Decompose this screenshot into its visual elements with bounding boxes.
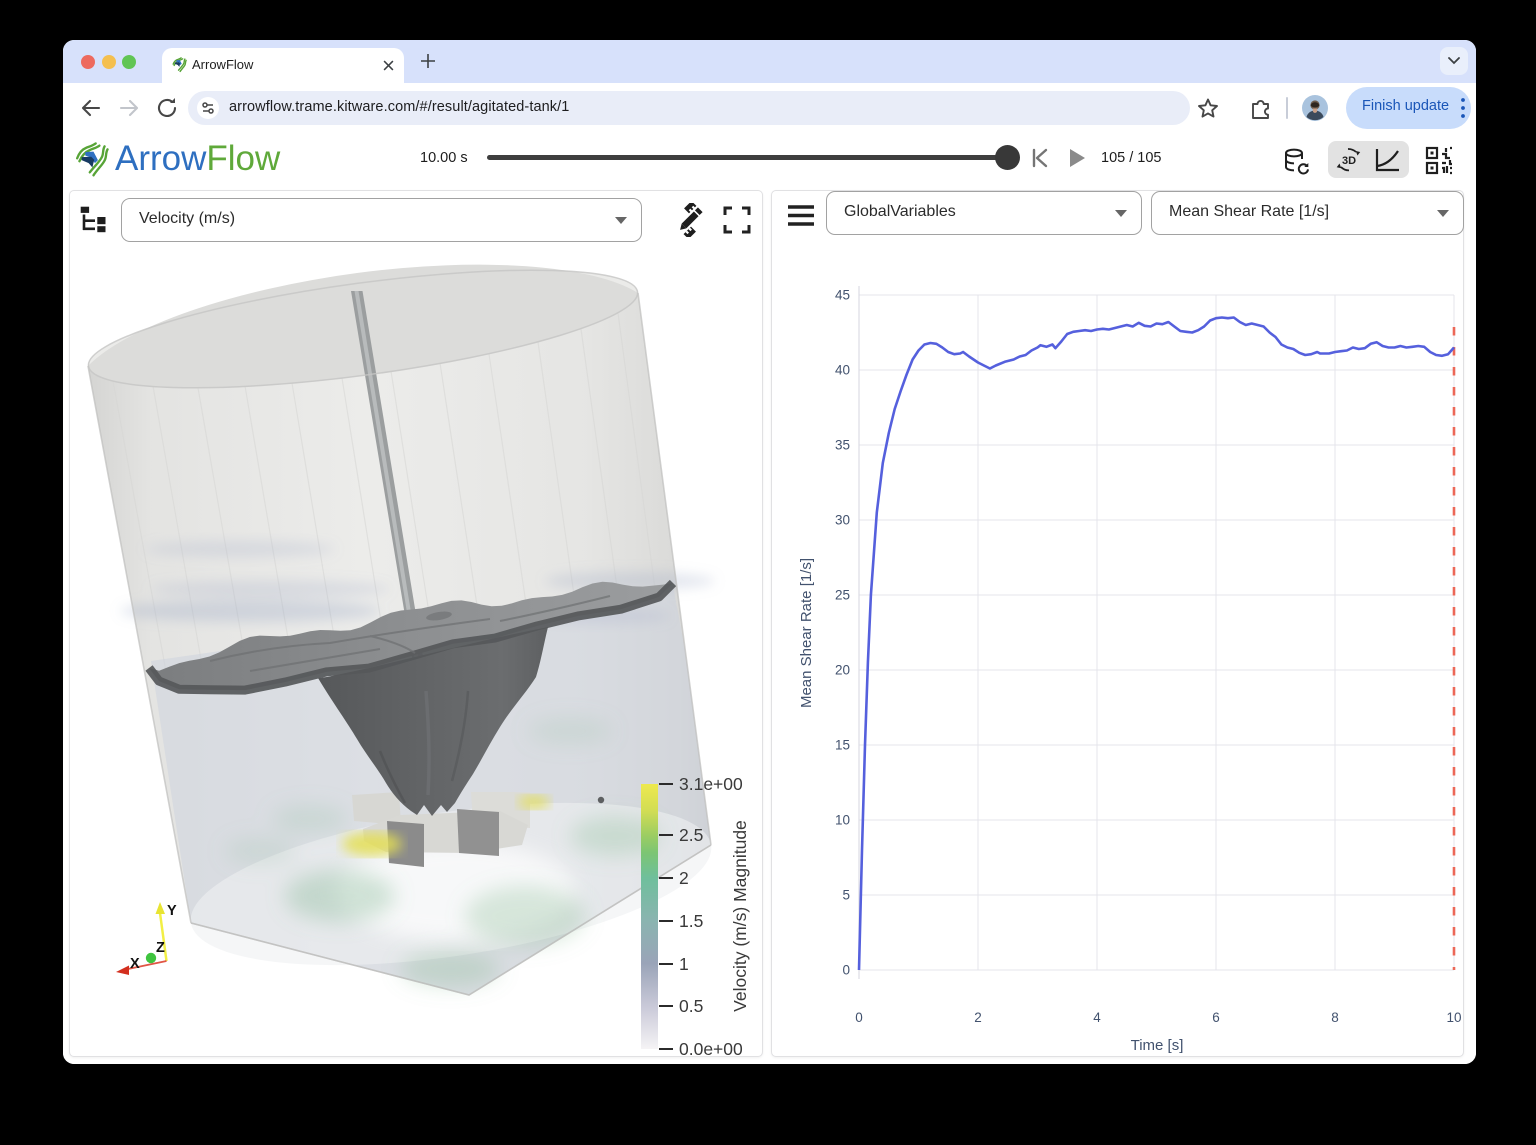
svg-text:4: 4 [1093,1010,1101,1025]
svg-text:0.5: 0.5 [679,996,703,1016]
svg-text:1.5: 1.5 [679,911,703,931]
svg-text:5: 5 [842,888,850,903]
svg-text:0: 0 [842,963,850,978]
svg-text:20: 20 [835,663,850,678]
svg-text:Velocity (m/s) Magnitude: Velocity (m/s) Magnitude [730,820,750,1012]
svg-text:Y: Y [167,903,177,919]
svg-text:10: 10 [1446,1010,1461,1025]
svg-text:45: 45 [835,288,850,303]
svg-text:Time [s]: Time [s] [1131,1037,1184,1054]
svg-text:Z: Z [156,940,165,956]
svg-text:0: 0 [855,1010,863,1025]
svg-text:6: 6 [1212,1010,1220,1025]
svg-text:1: 1 [679,954,689,974]
svg-text:35: 35 [835,438,850,453]
svg-text:8: 8 [1331,1010,1339,1025]
svg-text:Mean Shear Rate [1/s]: Mean Shear Rate [1/s] [798,558,815,708]
svg-text:0.0e+00: 0.0e+00 [679,1039,743,1056]
svg-text:15: 15 [835,738,850,753]
svg-text:40: 40 [835,363,850,378]
svg-text:2.5: 2.5 [679,825,703,845]
svg-text:X: X [130,956,140,972]
svg-text:30: 30 [835,513,850,528]
svg-text:3.1e+00: 3.1e+00 [679,774,743,794]
svg-text:2: 2 [974,1010,982,1025]
svg-text:25: 25 [835,588,850,603]
svg-text:3D: 3D [1342,155,1356,167]
svg-text:10: 10 [835,813,850,828]
svg-text:2: 2 [679,868,689,888]
